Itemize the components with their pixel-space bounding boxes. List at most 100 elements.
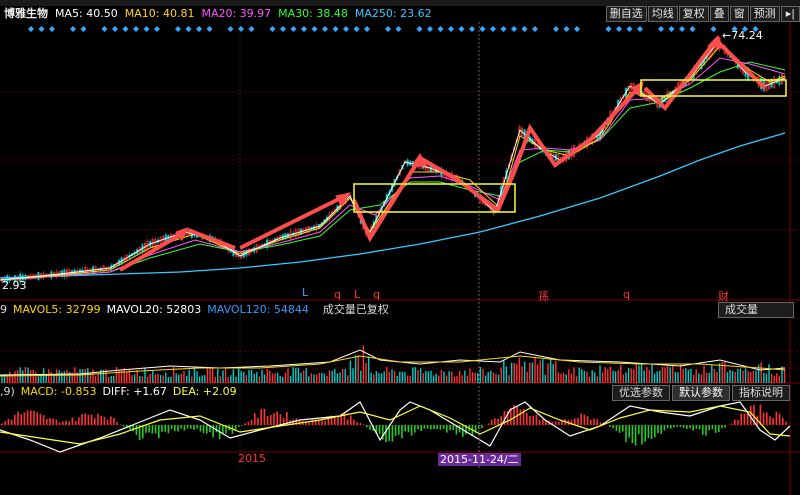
volume-bar — [445, 375, 448, 383]
volume-bar — [466, 375, 469, 383]
macd-bar — [740, 413, 742, 425]
macd-bar — [33, 411, 35, 425]
volume-bar — [744, 368, 747, 383]
volume-bar — [601, 372, 604, 383]
macd-bar — [350, 415, 352, 425]
event-marker[interactable]: L — [302, 286, 308, 299]
signal-diamond-icon — [689, 26, 696, 32]
macd-bar — [161, 425, 163, 432]
ma10-line — [0, 45, 786, 281]
volume-bar — [487, 372, 489, 383]
volume-bar — [700, 374, 703, 383]
event-marker[interactable]: q — [373, 288, 380, 301]
volume-bar — [191, 376, 193, 383]
volume-bar — [726, 372, 729, 383]
macd-bar — [17, 411, 19, 425]
event-marker[interactable]: q — [334, 288, 341, 301]
volume-bar — [549, 358, 552, 383]
macd-bar — [52, 418, 54, 425]
macd-bar — [714, 425, 717, 433]
volume-bar — [45, 375, 47, 383]
volume-bar — [282, 376, 284, 383]
signal-diamond-icon — [38, 26, 45, 32]
volume-bar — [752, 370, 755, 383]
volume-bar — [768, 364, 770, 383]
volume-bar — [378, 373, 380, 383]
signal-diamond-icon — [280, 26, 286, 32]
macd-bar — [263, 408, 266, 425]
macd-bar — [270, 415, 272, 425]
indicator-help-button[interactable]: 指标说明 — [732, 385, 790, 401]
optimize-params-button[interactable]: 优选参数 — [612, 385, 670, 401]
macd-bar — [481, 425, 483, 428]
volume-bar — [773, 375, 775, 383]
signal-diamond-icon — [196, 26, 202, 32]
volume-bar — [456, 375, 458, 383]
volume-bar — [9, 371, 11, 383]
event-marker[interactable]: 孫 — [538, 288, 549, 304]
volume-bar — [692, 374, 695, 383]
macd-bar — [593, 418, 595, 425]
macd-bar — [705, 425, 707, 436]
volume-bar — [713, 369, 716, 383]
macd-bar — [702, 425, 704, 435]
signal-diamond-icon — [227, 26, 234, 32]
volume-bar — [271, 373, 274, 383]
signal-diamond-icon — [301, 26, 307, 32]
volume-bar — [133, 374, 136, 383]
volume-bar — [617, 370, 619, 383]
macd-bar — [68, 421, 70, 425]
macd-bar — [446, 425, 448, 433]
mavol120-readout: MAVOL120: 54844 — [207, 303, 309, 316]
volume-bar — [448, 371, 450, 383]
volume-bar — [464, 370, 466, 383]
volume-bar — [419, 368, 422, 383]
volume-bar — [742, 370, 744, 383]
macd-bar — [49, 418, 51, 425]
volume-bar — [565, 374, 567, 383]
volume-bar — [547, 363, 549, 383]
high-price-label: ←74.24 — [722, 29, 763, 42]
macd-bar — [1, 423, 3, 425]
volume-bar — [107, 376, 110, 383]
macd-bar — [334, 417, 336, 425]
signal-diamond-icon — [343, 26, 349, 32]
indicator-dropdown[interactable]: 成交量 — [718, 302, 794, 318]
macd-bar — [164, 425, 166, 432]
signal-diamond-icon — [70, 26, 76, 32]
volume-bar — [274, 373, 276, 383]
macd-bar — [42, 415, 45, 425]
macd-bar — [46, 419, 48, 425]
signal-diamond-icon — [469, 26, 475, 32]
signal-diamond-icon — [679, 26, 685, 32]
volume-bar — [513, 362, 515, 383]
volume-bar — [310, 373, 313, 383]
event-marker[interactable]: q — [623, 288, 630, 301]
volume-bar — [583, 370, 586, 383]
volume-bar — [718, 363, 721, 383]
macd-bar — [599, 422, 602, 425]
event-marker[interactable]: L — [354, 288, 360, 301]
signal-diamond-icon — [133, 26, 139, 32]
macd-readout: MACD: -0.853 — [20, 385, 97, 398]
volume-bar — [570, 373, 573, 383]
volume-bar — [451, 371, 453, 383]
signal-diamond-icon — [521, 26, 528, 32]
volume-bar — [201, 375, 203, 383]
macd-bar — [174, 425, 176, 432]
volume-bar — [170, 376, 172, 383]
volume-bar — [29, 369, 32, 383]
macd-bar — [647, 425, 650, 439]
macd-bar — [94, 418, 96, 425]
default-params-button[interactable]: 默认参数 — [672, 385, 730, 401]
macd-bar — [586, 416, 589, 425]
macd-bar — [193, 425, 195, 430]
volume-bar — [575, 376, 578, 383]
volume-bar — [508, 375, 510, 383]
signal-diamond-icon — [238, 26, 244, 32]
kline-chart[interactable] — [0, 0, 800, 495]
volume-bar — [516, 363, 518, 383]
macd-bar — [679, 425, 682, 428]
macd-bar — [574, 418, 576, 425]
volume-bar — [750, 372, 752, 383]
